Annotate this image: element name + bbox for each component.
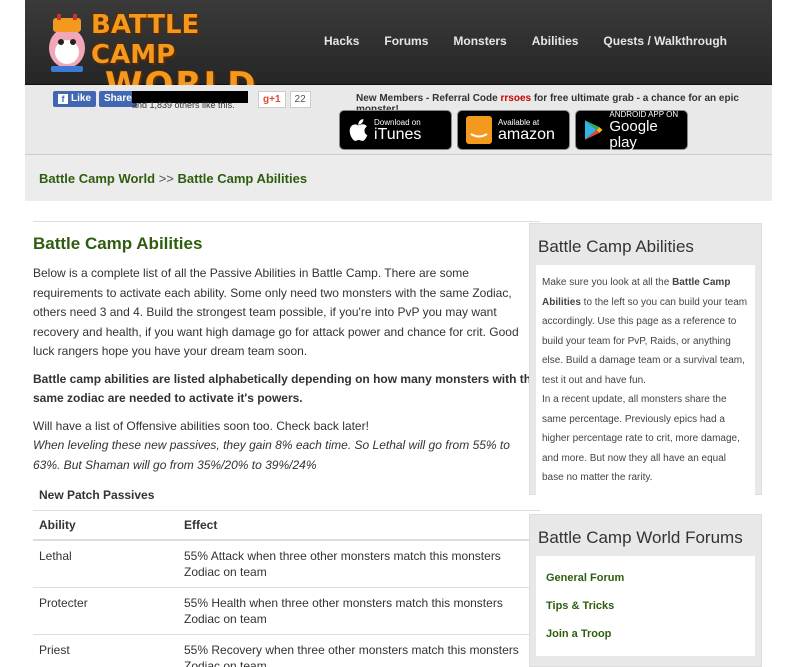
gplus-button[interactable]: g+1 [258,91,286,108]
play-big: Google play [609,117,658,151]
itunes-big: iTunes [374,125,422,143]
fb-like-button[interactable]: f Like [53,91,97,107]
leveling-note: When leveling these new passives, they g… [33,438,510,472]
nav-forums[interactable]: Forums [384,34,428,48]
table-row: Priest 55% Recovery when three other mon… [33,634,540,667]
nav-quests[interactable]: Quests / Walkthrough [603,34,727,48]
site-logo[interactable]: BATTLE CAMP WORLD [43,6,255,102]
site-header: BATTLE CAMP WORLD Hacks Forums Monsters … [25,0,772,102]
article: Battle Camp Abilities Below is a complet… [33,221,540,667]
breadcrumb-trail: Battle Camp World >> Battle Camp Abiliti… [39,171,307,186]
sidebar-abilities-box: Battle Camp Abilities Make sure you look… [529,223,762,496]
table-row: Lethal 55% Attack when three other monst… [33,540,540,588]
breadcrumb-current[interactable]: Battle Camp Abilities [178,171,308,186]
sidebar-abilities-title: Battle Camp Abilities [538,237,694,256]
forum-link-troop[interactable]: Join a Troop [546,620,745,648]
passives-table: Ability Effect Lethal 55% Attack when th… [33,510,540,667]
fb-share-label: Share [104,93,132,104]
page-title: Battle Camp Abilities [33,234,203,253]
breadcrumb: Battle Camp World >> Battle Camp Abiliti… [25,155,772,201]
sidebar-abilities-text: Make sure you look at all the Battle Cam… [536,265,755,496]
offensive-note: Will have a list of Offensive abilities … [33,418,369,433]
facebook-icon: f [58,94,68,104]
alphabetical-note: Battle camp abilities are listed alphabe… [33,371,538,406]
col-ability-header: Ability [33,510,178,541]
ability-cell: Protecter [33,587,178,635]
referral-prefix: New Members - Referral Code [356,93,501,104]
table-header-row: Ability Effect [33,510,540,541]
effect-cell: 55% Attack when three other monsters mat… [178,540,540,588]
app-store-badges: Download on iTunes Available at amazon A… [339,110,688,150]
itunes-badge[interactable]: Download on iTunes [339,110,452,150]
sidebar-forums-title: Battle Camp World Forums [538,528,743,547]
amazon-big: amazon [498,125,555,143]
social-bar: f Like Share and 1,839 others like this.… [25,85,772,155]
nav-abilities[interactable]: Abilities [532,34,579,48]
nav-hacks[interactable]: Hacks [324,34,359,48]
referral-code: rrsoes [500,93,532,104]
gplus-widget: g+1 22 [258,91,311,108]
table-row: Protecter 55% Health when three other mo… [33,587,540,635]
top-divider [33,221,540,222]
sidebar-text-post: to the left so you can build your team a… [542,296,748,386]
apple-icon [349,119,368,141]
breadcrumb-separator: >> [158,171,174,186]
logo-line-1: BATTLE CAMP [91,10,200,70]
fb-others-text: and 1,839 others like this. [132,100,235,110]
google-play-icon [584,120,603,140]
forum-link-tips[interactable]: Tips & Tricks [546,592,745,620]
forum-links: General Forum Tips & Tricks Join a Troop [536,556,755,656]
sidebar-paragraph-2: In a recent update, all monsters share t… [542,394,740,483]
intro-paragraph: Below is a complete list of all the Pass… [33,266,519,358]
fb-like-label: Like [71,93,92,104]
sidebar-text-pre: Make sure you look at all the [542,277,673,288]
gplus-count: 22 [289,91,311,108]
col-effect-header: Effect [178,510,540,541]
effect-cell: 55% Health when three other monsters mat… [178,587,540,635]
forum-link-general[interactable]: General Forum [546,564,745,592]
sidebar-paragraph-1: Make sure you look at all the Battle Cam… [542,273,749,390]
nav-monsters[interactable]: Monsters [453,34,506,48]
google-play-badge[interactable]: ANDROID APP ON Google play [575,110,688,150]
mascot-icon [49,14,85,72]
breadcrumb-home-link[interactable]: Battle Camp World [39,171,155,186]
sidebar-forums-box: Battle Camp World Forums General Forum T… [529,514,762,667]
passives-table-title: New Patch Passives [39,488,155,502]
main-area: Battle Camp Abilities Below is a complet… [25,201,772,667]
facebook-buttons: f Like Share [53,91,137,107]
main-nav: Hacks Forums Monsters Abilities Quests /… [324,34,752,48]
ability-cell: Priest [33,634,178,667]
amazon-apps-icon [466,116,492,144]
ability-cell: Lethal [33,540,178,588]
effect-cell: 55% Recovery when three other monsters m… [178,634,540,667]
amazon-badge[interactable]: Available at amazon [457,110,570,150]
